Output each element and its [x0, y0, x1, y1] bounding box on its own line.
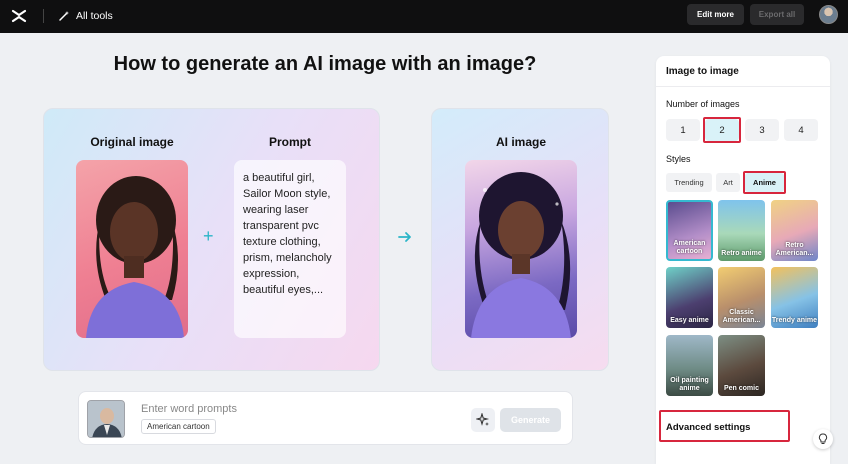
style-tile-american-cartoon[interactable]: American cartoon [666, 200, 713, 261]
tile-label: Retro American... [775, 242, 814, 257]
style-tile-pen-comic[interactable]: Pen comic [718, 335, 765, 396]
prompt-text-box: a beautiful girl, Sailor Moon style, wea… [234, 160, 346, 338]
style-tile-retro-anime[interactable]: Retro anime [718, 200, 765, 261]
prompt-input-bar: Enter word prompts American cartoon Gene… [78, 391, 573, 445]
prompt-input[interactable]: Enter word prompts [141, 403, 237, 415]
style-tile-easy-anime[interactable]: Easy anime [666, 267, 713, 328]
highlight-box [703, 117, 741, 143]
prompt-label: Prompt [269, 135, 311, 149]
style-tile-trendy-anime[interactable]: Trendy anime [771, 267, 818, 328]
user-avatar[interactable] [819, 5, 838, 24]
panel-title: Image to image [666, 66, 739, 77]
original-image-label: Original image [90, 135, 174, 149]
edit-more-button[interactable]: Edit more [687, 4, 744, 25]
tile-label: Oil painting anime [670, 377, 709, 392]
styles-label: Styles [666, 154, 691, 164]
tile-label: Pen comic [723, 385, 759, 392]
divider [43, 9, 44, 23]
uploaded-image-thumbnail[interactable] [87, 400, 125, 438]
magic-wand-icon [59, 11, 69, 21]
export-all-button[interactable]: Export all [750, 4, 804, 25]
all-tools-button[interactable]: All tools [58, 6, 113, 26]
original-image [76, 160, 188, 338]
tile-label: Trendy anime [771, 317, 818, 324]
number-option-4[interactable]: 4 [784, 119, 818, 141]
tab-trending[interactable]: Trending [666, 173, 712, 192]
tile-label: American cartoon [673, 240, 706, 255]
ai-image [465, 160, 577, 338]
number-option-1[interactable]: 1 [666, 119, 700, 141]
highlight-box [743, 171, 786, 194]
number-of-images-label: Number of images [666, 99, 740, 109]
ai-image-label: AI image [495, 135, 546, 149]
number-option-3[interactable]: 3 [745, 119, 779, 141]
plus-icon: + [203, 226, 214, 246]
sparkle-icon [476, 413, 490, 426]
page-title: How to generate an AI image with an imag… [113, 53, 537, 75]
panel-divider [656, 86, 830, 87]
highlight-box [659, 410, 790, 442]
all-tools-label: All tools [76, 10, 113, 22]
arrow-right-icon [398, 232, 411, 242]
tile-label: Easy anime [670, 317, 709, 324]
prompt-magic-button[interactable] [471, 408, 495, 432]
style-tile-oil-painting-anime[interactable]: Oil painting anime [666, 335, 713, 396]
style-tile-classic-american[interactable]: Classic American... [718, 267, 765, 328]
style-chip[interactable]: American cartoon [141, 419, 216, 434]
prompt-text: a beautiful girl, Sailor Moon style, wea… [243, 172, 332, 296]
tab-art[interactable]: Art [716, 173, 740, 192]
generate-button[interactable]: Generate [500, 408, 561, 432]
tile-label: Classic American... [722, 309, 761, 324]
style-tile-retro-american[interactable]: Retro American... [771, 200, 818, 261]
capcut-logo-icon[interactable] [10, 7, 28, 25]
top-bar: All tools Edit more Export all [0, 0, 848, 33]
tile-label: Retro anime [721, 250, 762, 257]
lightbulb-icon[interactable] [813, 429, 833, 449]
